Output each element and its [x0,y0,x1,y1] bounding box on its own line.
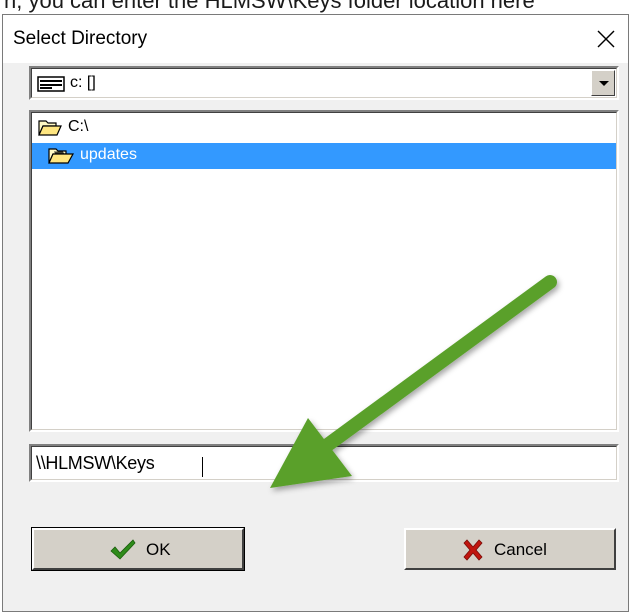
cancel-button-label: Cancel [494,540,547,559]
directory-list[interactable]: C:\ updates [29,110,619,432]
list-item-label: C:\ [68,118,89,135]
text-caret [202,457,203,477]
chevron-down-icon [599,81,609,86]
path-input-value: \\HLMSW\Keys [36,453,155,473]
ok-button-label: OK [146,540,171,559]
drive-dropdown-button[interactable] [591,70,615,96]
close-button[interactable] [584,15,628,63]
list-item-label: updates [80,146,137,163]
close-icon [597,30,615,48]
drive-icon [37,76,65,92]
drive-select-value: c: [] [70,74,96,91]
dialog-title: Select Directory [13,28,148,49]
ok-button[interactable]: OK [31,527,245,571]
list-item-updates[interactable]: updates [32,143,616,169]
cancel-x-icon [463,539,483,561]
checkmark-icon [110,539,136,560]
title-bar: Select Directory [3,15,628,63]
open-folder-icon [38,120,62,136]
path-input[interactable]: \\HLMSW\Keys [29,444,619,482]
background-document-sentence: n, you can enter the HLMSW\Keys folder l… [4,0,535,13]
list-item-root[interactable]: C:\ [32,115,616,141]
drive-select[interactable]: c: [] [29,66,619,100]
open-folder-icon [48,148,74,164]
cancel-button[interactable]: Cancel [404,528,616,570]
